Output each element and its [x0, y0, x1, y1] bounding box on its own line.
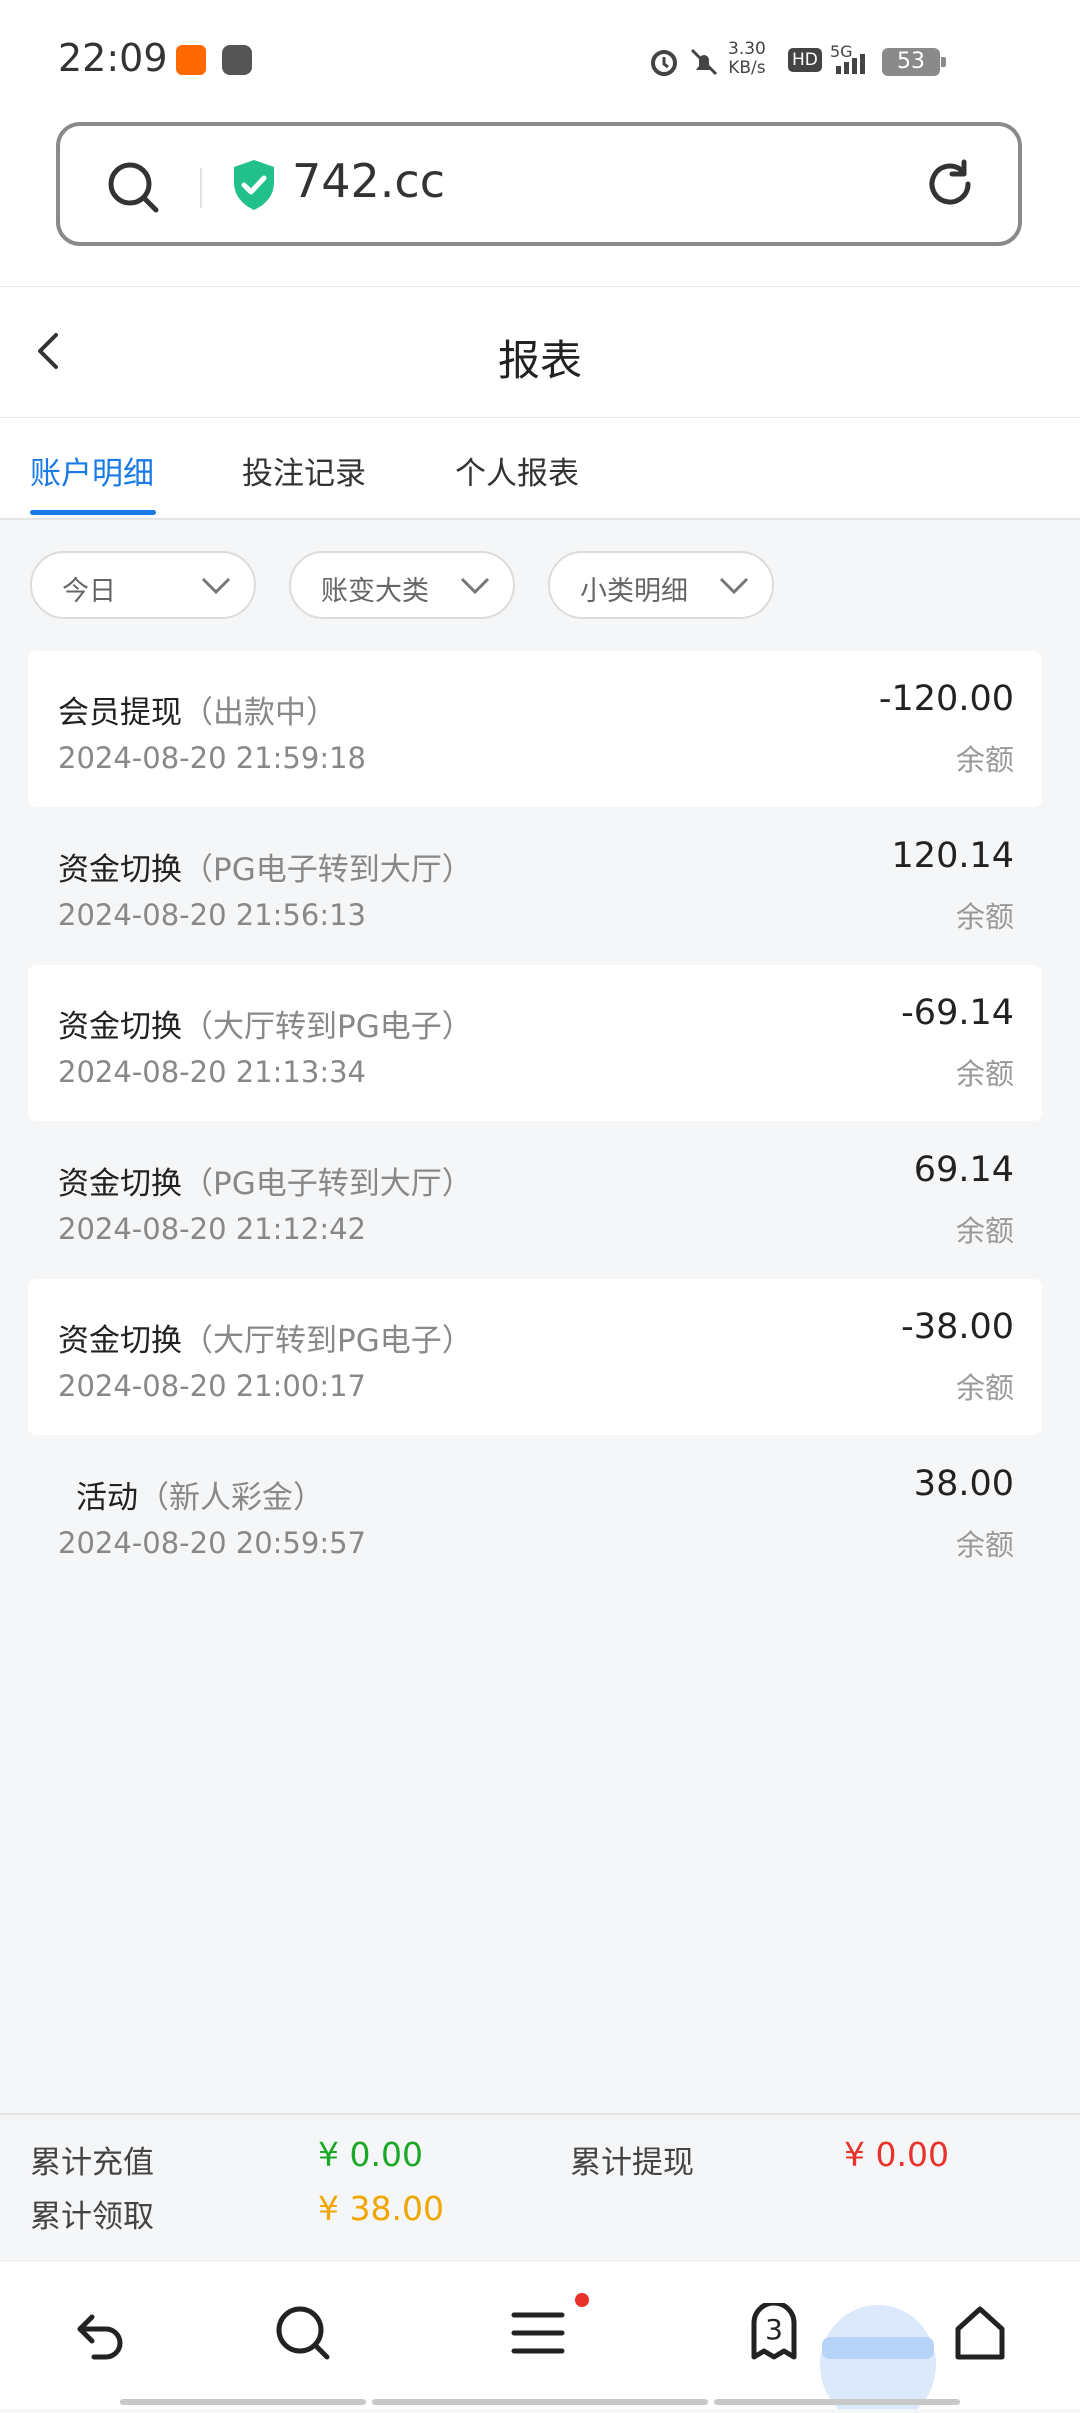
signal-label: 5G: [830, 42, 853, 61]
search-icon[interactable]: [273, 2303, 333, 2367]
list-item[interactable]: 资金切换（大厅转到PG电子） 2024-08-20 21:00:17 -38.0…: [28, 1279, 1042, 1435]
filter-subcategory-label: 小类明细: [580, 576, 688, 607]
record-balance-label: 余额: [955, 900, 1014, 934]
record-amount: 38.00: [913, 1464, 1014, 1504]
gesture-bar: [120, 2399, 366, 2405]
filter-category-label: 账变大类: [321, 576, 429, 607]
secure-shield-icon: [230, 158, 278, 216]
url-text[interactable]: 742.cc: [292, 154, 445, 208]
tabs-icon[interactable]: 3: [744, 2300, 804, 2367]
mute-bell-icon: [688, 46, 720, 82]
record-detail: （出款中）: [182, 695, 337, 731]
withdraw-total-value: ¥ 0.00: [844, 2135, 949, 2174]
record-detail: （大厅转到PG电子）: [182, 1323, 473, 1359]
hd-badge: HD: [788, 48, 822, 72]
tab-personal-report[interactable]: 个人报表: [455, 448, 579, 493]
list-item[interactable]: 资金切换（PG电子转到大厅） 2024-08-20 21:56:13 120.1…: [28, 808, 1042, 964]
list-item[interactable]: 资金切换（大厅转到PG电子） 2024-08-20 21:13:34 -69.1…: [28, 965, 1042, 1121]
page-title: 报表: [497, 336, 582, 385]
record-type: 资金切换（PG电子转到大厅）: [58, 1158, 473, 1203]
chevron-down-icon: [718, 575, 750, 601]
mascot-icon: [808, 2293, 948, 2413]
report-tabs: 账户明细 投注记录 个人报表: [0, 418, 1080, 520]
record-time: 2024-08-20 21:56:13: [58, 898, 366, 932]
browser-address-area: 742.cc: [0, 110, 1080, 287]
record-type-text: 会员提现: [58, 695, 182, 731]
record-detail: （PG电子转到大厅）: [182, 852, 473, 888]
record-detail: （新人彩金）: [138, 1480, 324, 1516]
active-tab-indicator: [30, 510, 156, 515]
list-item[interactable]: 会员提现（出款中） 2024-08-20 21:59:18 -120.00 余额: [28, 651, 1042, 807]
page-header: 报表: [0, 287, 1080, 418]
record-amount: -38.00: [901, 1307, 1014, 1347]
record-type-text: 活动: [76, 1480, 138, 1516]
address-bar[interactable]: 742.cc: [56, 122, 1022, 246]
record-type: 活动（新人彩金）: [76, 1472, 324, 1517]
summary-panel: 累计充值 ¥ 0.00 累计提现 ¥ 0.00 累计领取 ¥ 38.00: [0, 2113, 1080, 2261]
gesture-bar: [372, 2399, 708, 2405]
claimed-total-value: ¥ 38.00: [318, 2189, 444, 2228]
record-time: 2024-08-20 20:59:57: [58, 1526, 366, 1560]
filter-date[interactable]: 今日: [30, 551, 256, 619]
reload-icon[interactable]: [922, 156, 978, 216]
game-app-icon: [222, 45, 252, 75]
net-speed-value: 3.30: [728, 39, 766, 59]
taobao-app-icon: [176, 45, 206, 75]
list-item[interactable]: 资金切换（PG电子转到大厅） 2024-08-20 21:12:42 69.14…: [28, 1122, 1042, 1278]
record-balance-label: 余额: [955, 1371, 1014, 1405]
filter-category[interactable]: 账变大类: [289, 551, 515, 619]
record-detail: （大厅转到PG电子）: [182, 1009, 473, 1045]
search-icon[interactable]: [106, 160, 162, 220]
menu-icon[interactable]: [508, 2303, 568, 2367]
record-amount: -120.00: [878, 679, 1014, 719]
alarm-icon: [648, 46, 680, 82]
filter-subcategory[interactable]: 小类明细: [548, 551, 774, 619]
record-amount: 120.14: [891, 836, 1014, 876]
record-type: 资金切换（大厅转到PG电子）: [58, 1001, 473, 1046]
net-speed: 3.30 KB/s: [728, 40, 766, 78]
net-speed-unit: KB/s: [728, 58, 766, 78]
status-bar: 22:09 3.30 KB/s HD 5G 53: [0, 0, 1080, 118]
chevron-down-icon: [200, 575, 232, 601]
notification-dot: [575, 2293, 589, 2307]
record-time: 2024-08-20 21:00:17: [58, 1369, 366, 1403]
recharge-total-value: ¥ 0.00: [318, 2135, 423, 2174]
record-balance-label: 余额: [955, 1057, 1014, 1091]
record-type: 资金切换（PG电子转到大厅）: [58, 844, 473, 889]
record-time: 2024-08-20 21:12:42: [58, 1212, 366, 1246]
tab-bet-records[interactable]: 投注记录: [242, 448, 366, 493]
record-type-text: 资金切换: [58, 852, 182, 888]
browser-nav-bar: 3: [0, 2260, 1080, 2413]
filter-date-label: 今日: [62, 576, 116, 607]
claimed-total-label: 累计领取: [30, 2199, 154, 2235]
status-time: 22:09: [58, 36, 168, 80]
record-time: 2024-08-20 21:13:34: [58, 1055, 366, 1089]
record-balance-label: 余额: [955, 1528, 1014, 1562]
record-type: 会员提现（出款中）: [58, 687, 337, 732]
record-amount: -69.14: [901, 993, 1014, 1033]
tab-account-details[interactable]: 账户明细: [30, 448, 154, 493]
record-balance-label: 余额: [955, 743, 1014, 777]
list-item[interactable]: 活动（新人彩金） 2024-08-20 20:59:57 38.00 余额: [28, 1436, 1042, 1592]
battery-indicator: 53: [882, 48, 946, 76]
chevron-down-icon: [459, 575, 491, 601]
record-type: 资金切换（大厅转到PG电子）: [58, 1315, 473, 1360]
record-time: 2024-08-20 21:59:18: [58, 741, 366, 775]
gesture-bar: [714, 2399, 960, 2405]
tab-count: 3: [765, 2313, 783, 2346]
record-type-text: 资金切换: [58, 1009, 182, 1045]
recharge-total-label: 累计充值: [30, 2145, 154, 2181]
home-icon[interactable]: [950, 2303, 1010, 2367]
record-balance-label: 余额: [955, 1214, 1014, 1248]
record-amount: 69.14: [913, 1150, 1014, 1190]
signal-icon: 5G: [830, 42, 876, 82]
record-detail: （PG电子转到大厅）: [182, 1166, 473, 1202]
record-type-text: 资金切换: [58, 1323, 182, 1359]
record-type-text: 资金切换: [58, 1166, 182, 1202]
back-icon[interactable]: [70, 2303, 130, 2367]
withdraw-total-label: 累计提现: [570, 2145, 694, 2181]
address-divider: [200, 168, 202, 208]
